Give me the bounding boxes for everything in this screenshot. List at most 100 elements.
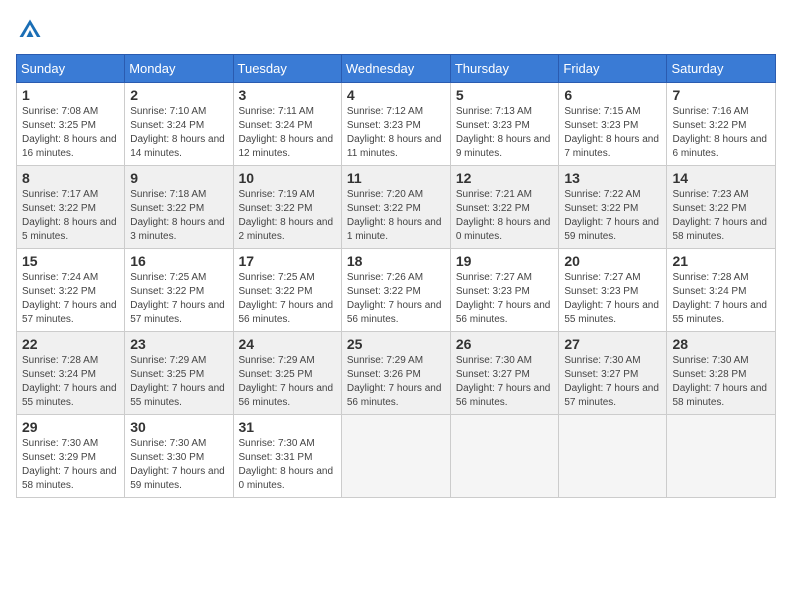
day-number: 17 [239, 253, 336, 269]
day-info: Sunrise: 7:11 AMSunset: 3:24 PMDaylight:… [239, 105, 336, 161]
calendar-cell: 2Sunrise: 7:10 AMSunset: 3:24 PMDaylight… [125, 83, 233, 166]
calendar-cell: 12 Sunrise: 7:21 AMSunset: 3:22 PMDayligh… [450, 166, 559, 249]
calendar-cell: 17 Sunrise: 7:25 AMSunset: 3:22 PMDayligh… [233, 249, 341, 332]
day-info: Sunrise: 7:30 AMSunset: 3:27 PMDaylight:… [456, 354, 554, 410]
calendar-cell: 15 Sunrise: 7:24 AMSunset: 3:22 PMDayligh… [17, 249, 125, 332]
day-number: 3 [239, 87, 336, 103]
day-number: 7 [672, 87, 770, 103]
day-number: 31 [239, 419, 336, 435]
calendar-cell: 28 Sunrise: 7:30 AMSunset: 3:28 PMDayligh… [667, 332, 776, 415]
day-info: Sunrise: 7:18 AMSunset: 3:22 PMDaylight:… [130, 188, 227, 244]
calendar-cell: 22 Sunrise: 7:28 AMSunset: 3:24 PMDayligh… [17, 332, 125, 415]
day-info: Sunrise: 7:17 AMSunset: 3:22 PMDaylight:… [22, 188, 119, 244]
weekday-header-tuesday: Tuesday [233, 55, 341, 83]
calendar-cell: 13 Sunrise: 7:22 AMSunset: 3:22 PMDayligh… [559, 166, 667, 249]
day-info: Sunrise: 7:24 AMSunset: 3:22 PMDaylight:… [22, 271, 119, 327]
calendar-cell: 24 Sunrise: 7:29 AMSunset: 3:25 PMDayligh… [233, 332, 341, 415]
day-info: Sunrise: 7:29 AMSunset: 3:26 PMDaylight:… [347, 354, 445, 410]
weekday-header-saturday: Saturday [667, 55, 776, 83]
page-header [16, 16, 776, 44]
day-info: Sunrise: 7:12 AMSunset: 3:23 PMDaylight:… [347, 105, 445, 161]
day-info: Sunrise: 7:28 AMSunset: 3:24 PMDaylight:… [22, 354, 119, 410]
day-number: 11 [347, 170, 445, 186]
day-number: 12 [456, 170, 554, 186]
calendar-cell: 5Sunrise: 7:13 AMSunset: 3:23 PMDaylight… [450, 83, 559, 166]
calendar-cell: 23Sunrise: 7:29 AMSunset: 3:25 PMDayligh… [125, 332, 233, 415]
day-info: Sunrise: 7:29 AMSunset: 3:25 PMDaylight:… [130, 354, 227, 410]
day-number: 22 [22, 336, 119, 352]
weekday-header-wednesday: Wednesday [341, 55, 450, 83]
calendar-cell: 21 Sunrise: 7:28 AMSunset: 3:24 PMDayligh… [667, 249, 776, 332]
calendar-week-row: 1 Sunrise: 7:08 AMSunset: 3:25 PMDaylight… [17, 83, 776, 166]
day-info: Sunrise: 7:30 AMSunset: 3:31 PMDaylight:… [239, 437, 336, 493]
day-info: Sunrise: 7:30 AMSunset: 3:27 PMDaylight:… [564, 354, 661, 410]
weekday-header-friday: Friday [559, 55, 667, 83]
weekday-header-thursday: Thursday [450, 55, 559, 83]
day-info: Sunrise: 7:08 AMSunset: 3:25 PMDaylight:… [22, 105, 119, 161]
day-number: 29 [22, 419, 119, 435]
day-info: Sunrise: 7:16 AMSunset: 3:22 PMDaylight:… [672, 105, 770, 161]
day-number: 26 [456, 336, 554, 352]
calendar-cell: 19Sunrise: 7:27 AMSunset: 3:23 PMDayligh… [450, 249, 559, 332]
day-number: 18 [347, 253, 445, 269]
day-info: Sunrise: 7:28 AMSunset: 3:24 PMDaylight:… [672, 271, 770, 327]
day-info: Sunrise: 7:29 AMSunset: 3:25 PMDaylight:… [239, 354, 336, 410]
calendar-cell: 6Sunrise: 7:15 AMSunset: 3:23 PMDaylight… [559, 83, 667, 166]
day-info: Sunrise: 7:30 AMSunset: 3:28 PMDaylight:… [672, 354, 770, 410]
day-info: Sunrise: 7:25 AMSunset: 3:22 PMDaylight:… [239, 271, 336, 327]
day-info: Sunrise: 7:23 AMSunset: 3:22 PMDaylight:… [672, 188, 770, 244]
day-number: 8 [22, 170, 119, 186]
day-number: 21 [672, 253, 770, 269]
weekday-header-monday: Monday [125, 55, 233, 83]
day-number: 4 [347, 87, 445, 103]
day-number: 9 [130, 170, 227, 186]
calendar-cell: 14 Sunrise: 7:23 AMSunset: 3:22 PMDayligh… [667, 166, 776, 249]
day-number: 16 [130, 253, 227, 269]
day-number: 14 [672, 170, 770, 186]
day-number: 24 [239, 336, 336, 352]
calendar-cell: 11 Sunrise: 7:20 AMSunset: 3:22 PMDayligh… [341, 166, 450, 249]
day-number: 15 [22, 253, 119, 269]
calendar-table: SundayMondayTuesdayWednesdayThursdayFrid… [16, 54, 776, 498]
calendar-cell: 29Sunrise: 7:30 AMSunset: 3:29 PMDayligh… [17, 415, 125, 498]
day-number: 5 [456, 87, 554, 103]
day-number: 1 [22, 87, 119, 103]
calendar-cell: 7 Sunrise: 7:16 AMSunset: 3:22 PMDaylight… [667, 83, 776, 166]
calendar-cell: 26 Sunrise: 7:30 AMSunset: 3:27 PMDayligh… [450, 332, 559, 415]
calendar-week-row: 15 Sunrise: 7:24 AMSunset: 3:22 PMDayligh… [17, 249, 776, 332]
day-info: Sunrise: 7:10 AMSunset: 3:24 PMDaylight:… [130, 105, 227, 161]
calendar-cell: 1 Sunrise: 7:08 AMSunset: 3:25 PMDaylight… [17, 83, 125, 166]
day-info: Sunrise: 7:30 AMSunset: 3:30 PMDaylight:… [130, 437, 227, 493]
calendar-cell: 27 Sunrise: 7:30 AMSunset: 3:27 PMDayligh… [559, 332, 667, 415]
day-number: 20 [564, 253, 661, 269]
day-info: Sunrise: 7:15 AMSunset: 3:23 PMDaylight:… [564, 105, 661, 161]
day-number: 30 [130, 419, 227, 435]
day-info: Sunrise: 7:20 AMSunset: 3:22 PMDaylight:… [347, 188, 445, 244]
calendar-cell: 31 Sunrise: 7:30 AMSunset: 3:31 PMDayligh… [233, 415, 341, 498]
calendar-cell: 18 Sunrise: 7:26 AMSunset: 3:22 PMDayligh… [341, 249, 450, 332]
day-number: 13 [564, 170, 661, 186]
calendar-week-row: 8 Sunrise: 7:17 AMSunset: 3:22 PMDaylight… [17, 166, 776, 249]
day-number: 25 [347, 336, 445, 352]
day-number: 10 [239, 170, 336, 186]
day-info: Sunrise: 7:19 AMSunset: 3:22 PMDaylight:… [239, 188, 336, 244]
calendar-cell: 3 Sunrise: 7:11 AMSunset: 3:24 PMDaylight… [233, 83, 341, 166]
day-info: Sunrise: 7:22 AMSunset: 3:22 PMDaylight:… [564, 188, 661, 244]
calendar-cell [341, 415, 450, 498]
day-info: Sunrise: 7:26 AMSunset: 3:22 PMDaylight:… [347, 271, 445, 327]
calendar-cell: 10 Sunrise: 7:19 AMSunset: 3:22 PMDayligh… [233, 166, 341, 249]
calendar-cell [559, 415, 667, 498]
day-info: Sunrise: 7:27 AMSunset: 3:23 PMDaylight:… [564, 271, 661, 327]
weekday-header-sunday: Sunday [17, 55, 125, 83]
day-info: Sunrise: 7:25 AMSunset: 3:22 PMDaylight:… [130, 271, 227, 327]
calendar-cell: 25 Sunrise: 7:29 AMSunset: 3:26 PMDayligh… [341, 332, 450, 415]
day-number: 28 [672, 336, 770, 352]
calendar-cell: 20 Sunrise: 7:27 AMSunset: 3:23 PMDayligh… [559, 249, 667, 332]
day-number: 27 [564, 336, 661, 352]
day-info: Sunrise: 7:27 AMSunset: 3:23 PMDaylight:… [456, 271, 554, 327]
calendar-cell [450, 415, 559, 498]
day-info: Sunrise: 7:21 AMSunset: 3:22 PMDaylight:… [456, 188, 554, 244]
calendar-cell: 4 Sunrise: 7:12 AMSunset: 3:23 PMDaylight… [341, 83, 450, 166]
calendar-cell: 8 Sunrise: 7:17 AMSunset: 3:22 PMDaylight… [17, 166, 125, 249]
calendar-cell: 16 Sunrise: 7:25 AMSunset: 3:22 PMDayligh… [125, 249, 233, 332]
